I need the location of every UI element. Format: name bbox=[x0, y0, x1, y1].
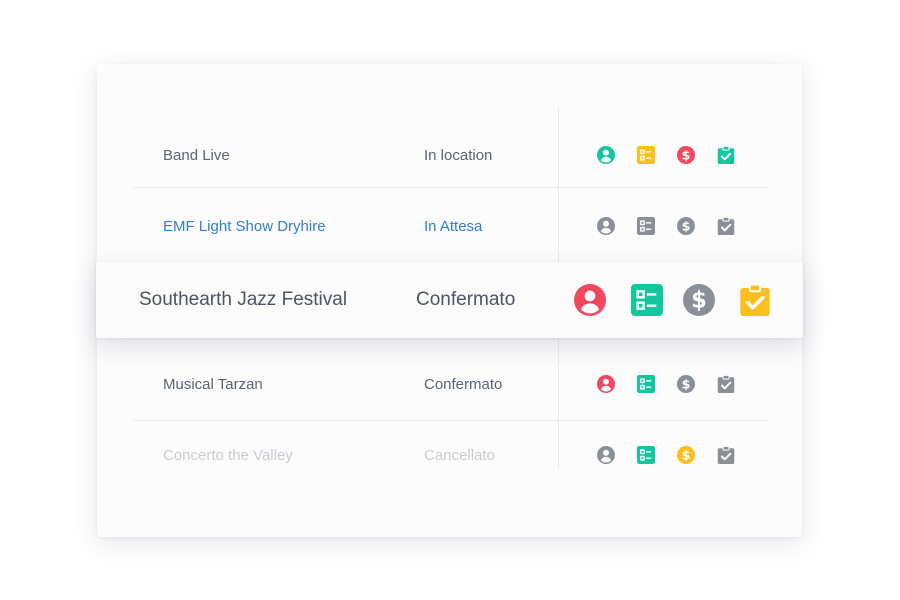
clipboard-check-icon[interactable] bbox=[717, 375, 735, 393]
user-icon[interactable] bbox=[597, 146, 615, 164]
clipboard-check-icon[interactable] bbox=[717, 146, 735, 164]
dollar-icon[interactable]: $ bbox=[677, 217, 695, 235]
event-name[interactable]: Musical Tarzan bbox=[163, 348, 263, 420]
checklist-icon[interactable] bbox=[637, 146, 655, 164]
dollar-icon[interactable]: $ bbox=[683, 284, 715, 316]
checklist-icon[interactable] bbox=[631, 284, 663, 316]
dollar-icon[interactable]: $ bbox=[677, 446, 695, 464]
svg-text:$: $ bbox=[682, 448, 691, 463]
highlighted-event-row[interactable]: Southearth Jazz Festival Confermato $ bbox=[96, 262, 803, 338]
checklist-icon[interactable] bbox=[637, 217, 655, 235]
svg-text:$: $ bbox=[691, 288, 707, 314]
event-name[interactable]: Concerto the Valley bbox=[163, 419, 293, 491]
user-icon[interactable] bbox=[597, 446, 615, 464]
clipboard-check-icon[interactable] bbox=[717, 217, 735, 235]
dollar-icon[interactable]: $ bbox=[677, 375, 695, 393]
event-status: Confermato bbox=[416, 289, 516, 310]
svg-text:$: $ bbox=[682, 377, 691, 392]
event-row[interactable]: EMF Light Show Dryhire In Attesa $ bbox=[97, 190, 802, 262]
event-name[interactable]: Southearth Jazz Festival bbox=[139, 262, 347, 338]
event-name[interactable]: Band Live bbox=[163, 119, 230, 191]
svg-text:$: $ bbox=[682, 219, 691, 234]
event-row[interactable]: Concerto the Valley Cancellato $ bbox=[97, 419, 802, 491]
checklist-icon[interactable] bbox=[637, 446, 655, 464]
event-status-link[interactable]: In Attesa bbox=[424, 190, 482, 262]
event-name-link[interactable]: EMF Light Show Dryhire bbox=[163, 190, 326, 262]
clipboard-check-icon[interactable] bbox=[717, 446, 735, 464]
clipboard-check-icon[interactable] bbox=[739, 284, 771, 316]
user-icon[interactable] bbox=[597, 217, 615, 235]
event-row[interactable]: Band Live In location $ bbox=[97, 119, 802, 191]
dollar-icon[interactable]: $ bbox=[677, 146, 695, 164]
event-status: Cancellato bbox=[424, 446, 495, 464]
user-icon[interactable] bbox=[574, 284, 606, 316]
checklist-icon[interactable] bbox=[637, 375, 655, 393]
event-row[interactable]: Musical Tarzan Confermato $ bbox=[97, 348, 802, 420]
event-status: In location bbox=[424, 146, 493, 164]
user-icon[interactable] bbox=[597, 375, 615, 393]
svg-text:$: $ bbox=[682, 148, 691, 163]
event-status: Confermato bbox=[424, 375, 503, 393]
